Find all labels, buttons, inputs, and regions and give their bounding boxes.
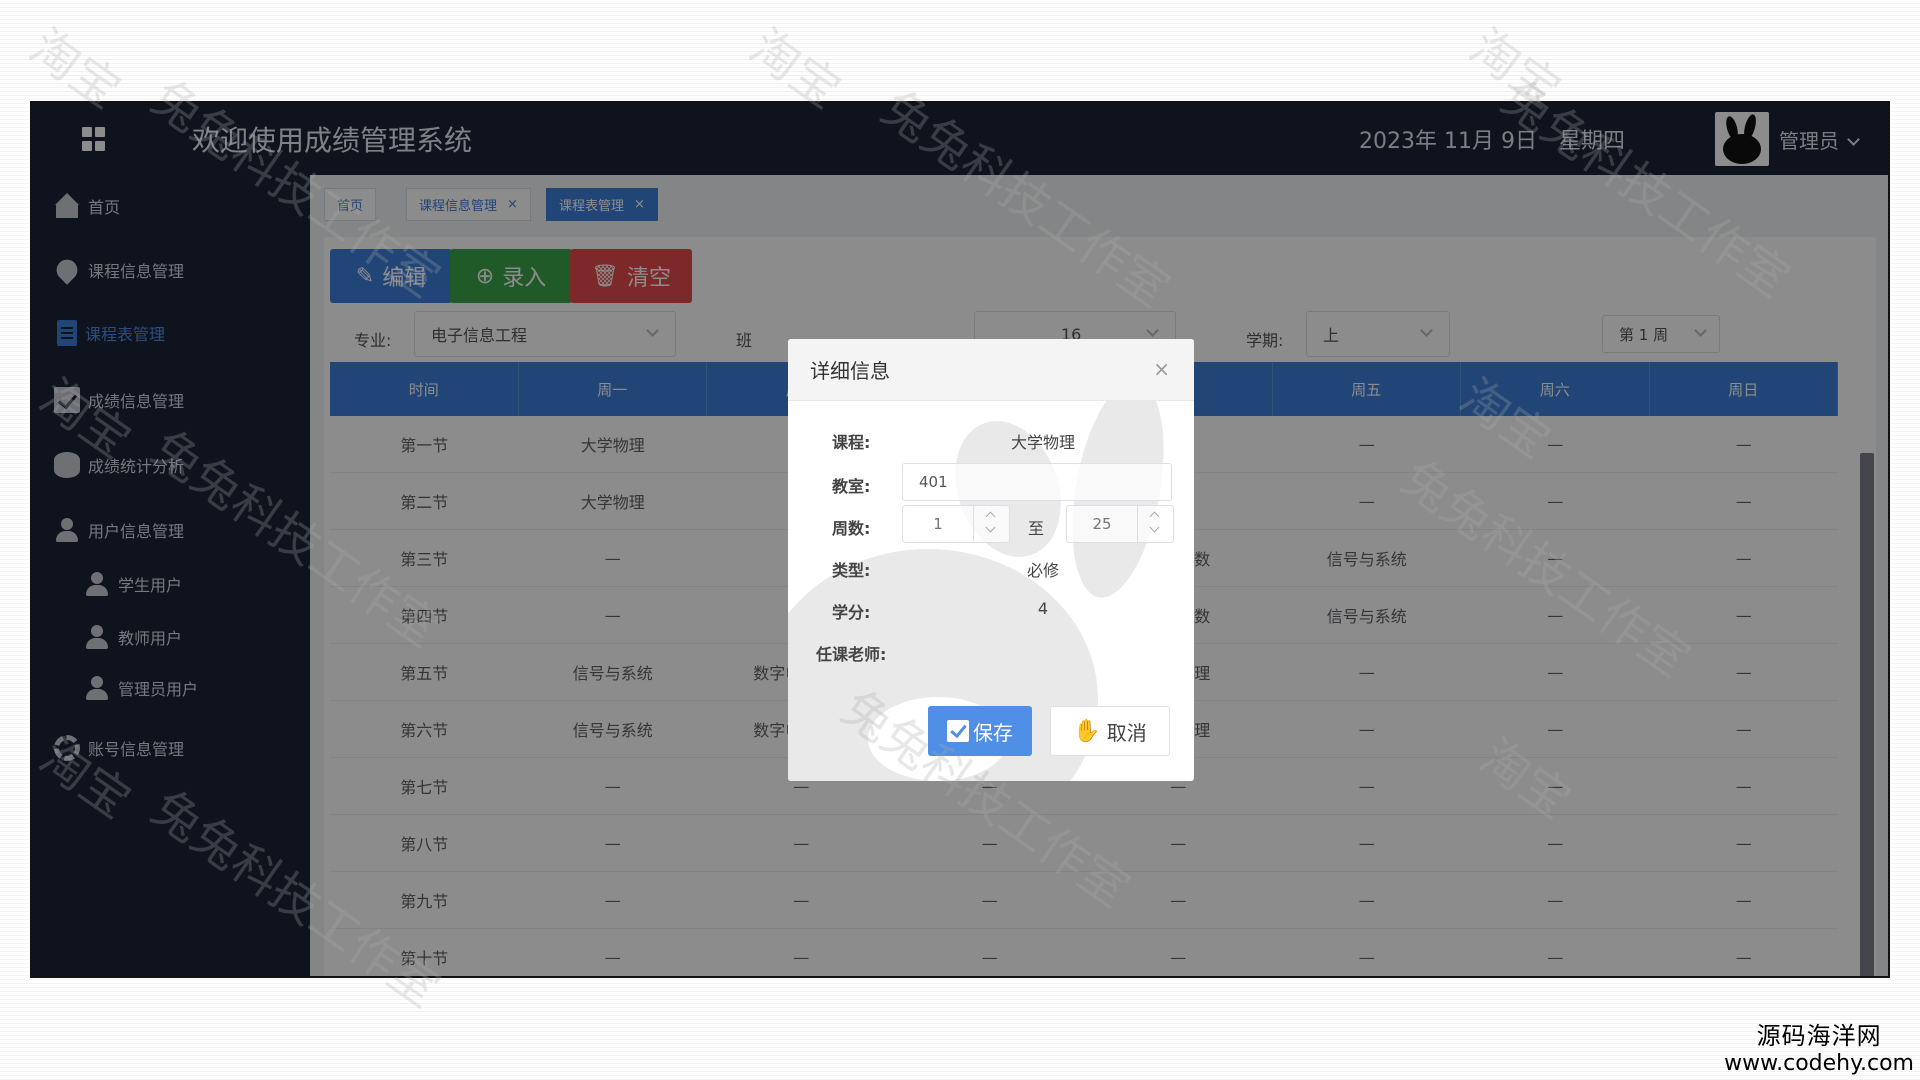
chevron-up-icon[interactable] xyxy=(985,511,996,522)
week-end-value: 25 xyxy=(1092,515,1112,533)
type-value: 必修 xyxy=(1026,561,1059,580)
room-input[interactable]: 401 xyxy=(902,463,1172,501)
hand-icon: ✋ xyxy=(1073,718,1101,744)
check-icon xyxy=(947,720,969,742)
type-label: 类型: xyxy=(832,561,871,580)
week-start-value: 1 xyxy=(933,515,943,533)
chevron-down-icon[interactable] xyxy=(985,522,996,533)
week-to-label: 至 xyxy=(1028,519,1045,538)
course-value: 大学物理 xyxy=(1010,433,1075,452)
close-icon[interactable]: × xyxy=(1153,357,1170,381)
save-button[interactable]: 保存 xyxy=(928,706,1032,756)
cancel-button[interactable]: ✋ 取消 xyxy=(1050,706,1170,756)
detail-modal: 详细信息 × 课程: 大学物理 教室: 401 周数: 1 至 25 类型: 必… xyxy=(788,339,1194,781)
week-start-stepper[interactable]: 1 xyxy=(902,505,1010,543)
cancel-button-label: 取消 xyxy=(1106,720,1147,745)
weeks-label: 周数: xyxy=(832,519,871,538)
week-end-stepper[interactable]: 25 xyxy=(1066,505,1174,543)
teacher-label: 任课老师: xyxy=(816,645,887,664)
modal-header: 详细信息 × xyxy=(788,339,1194,401)
credit-label: 学分: xyxy=(832,603,871,622)
room-input-value: 401 xyxy=(919,473,948,491)
chevron-down-icon[interactable] xyxy=(1149,522,1160,533)
chevron-up-icon[interactable] xyxy=(1149,511,1160,522)
brand-url: www.codehy.com xyxy=(1724,1051,1914,1076)
room-label: 教室: xyxy=(832,477,871,496)
course-label: 课程: xyxy=(832,433,871,452)
modal-title: 详细信息 xyxy=(810,359,890,383)
footer-brand: 源码海洋网 www.codehy.com xyxy=(1724,1016,1914,1076)
app-window: 欢迎使用成绩管理系统 2023年 11月 9日 星期四 管理员 首页 课程信息管… xyxy=(30,101,1890,978)
save-button-label: 保存 xyxy=(973,720,1013,745)
brand-name: 源码海洋网 xyxy=(1756,1022,1882,1050)
credit-value: 4 xyxy=(1037,599,1049,618)
